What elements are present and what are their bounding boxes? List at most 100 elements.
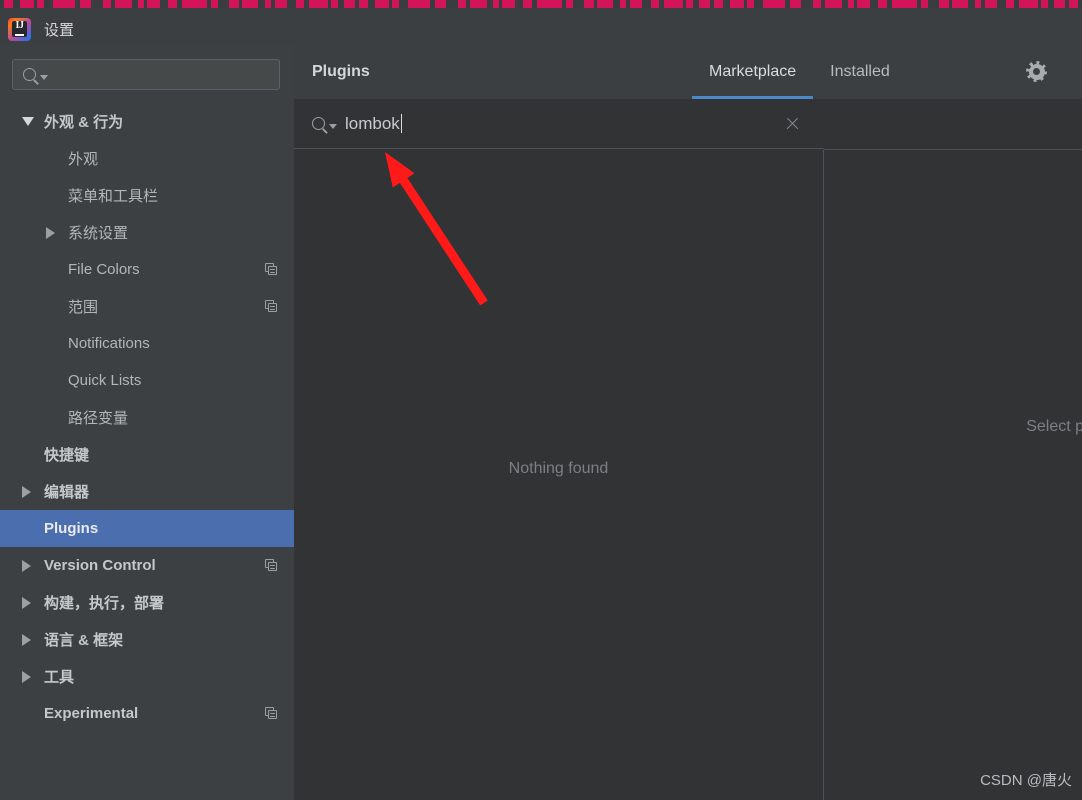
plugins-header: Plugins Marketplace Installed	[294, 45, 1082, 99]
menu-strip-notch	[44, 0, 53, 8]
menu-strip-notch	[304, 0, 309, 8]
sidebar-item-label: 路径变量	[68, 410, 129, 427]
menu-strip-notch	[785, 0, 790, 8]
menu-strip-notch	[870, 0, 878, 8]
sidebar-item-label: Version Control	[44, 557, 156, 574]
sidebar-item-[interactable]: 构建，执行，部署	[0, 584, 294, 621]
sidebar-item-file-colors[interactable]: File Colors	[0, 251, 294, 288]
menu-strip-notch	[258, 0, 265, 8]
sidebar-item-label: Experimental	[44, 705, 139, 722]
sidebar-item-label: 范围	[68, 299, 99, 316]
copy-settings-icon	[265, 559, 278, 572]
menu-strip-notch	[854, 0, 857, 8]
window-title: 设置	[44, 22, 75, 39]
sidebar-item-notifications[interactable]: Notifications	[0, 325, 294, 362]
sidebar-item-label: Plugins	[44, 520, 99, 537]
gear-icon[interactable]	[1026, 61, 1047, 82]
menu-strip-notch	[659, 0, 664, 8]
menu-strip-notch	[949, 0, 952, 8]
menu-strip-notch	[801, 0, 813, 8]
plugins-tabs: Marketplace Installed	[692, 45, 907, 99]
tab-installed[interactable]: Installed	[813, 45, 907, 99]
sidebar-item-label: 外观	[68, 151, 99, 168]
copy-settings-icon	[265, 263, 278, 276]
menu-strip-notch	[754, 0, 763, 8]
sidebar-item-label: 语言 & 框架	[44, 632, 124, 649]
close-icon[interactable]	[785, 116, 800, 131]
detail-hint-label: Select p	[1026, 418, 1082, 435]
menu-strip-notch	[430, 0, 435, 8]
menu-strip-notch	[355, 0, 359, 8]
plugin-list-pane[interactable]: Nothing found	[294, 150, 824, 800]
chevron-right-icon[interactable]	[22, 670, 31, 683]
chevron-right-icon[interactable]	[22, 596, 31, 609]
menu-strip-notch	[917, 0, 921, 8]
plugin-detail-pane: Select p	[825, 150, 1082, 800]
menu-strip-notch	[177, 0, 182, 8]
menu-strip-notch	[821, 0, 825, 8]
menu-strip-notch	[287, 0, 296, 8]
sidebar-item-version-control[interactable]: Version Control	[0, 547, 294, 584]
sidebar-search-box[interactable]	[12, 59, 280, 90]
menu-strip-notch	[466, 0, 470, 8]
menu-strip-notch	[744, 0, 747, 8]
settings-tree: 外观 & 行为 外观菜单和工具栏系统设置 File Colors 范围 Notifica…	[0, 103, 294, 732]
plugin-search-row[interactable]: lombok	[294, 99, 824, 149]
plugin-search-value: lombok	[345, 113, 400, 133]
sidebar-item-label: 系统设置	[68, 225, 129, 242]
sidebar-item-plugins[interactable]: Plugins	[0, 510, 294, 547]
menu-strip-notch	[642, 0, 651, 8]
menu-strip-notch	[1078, 0, 1082, 8]
chevron-right-icon[interactable]	[22, 559, 31, 572]
chevron-right-icon[interactable]	[22, 633, 31, 646]
page-title: Plugins	[312, 63, 370, 80]
tab-marketplace[interactable]: Marketplace	[692, 45, 814, 99]
sidebar-item-[interactable]: 外观	[0, 140, 294, 177]
menu-strip-notch	[239, 0, 242, 8]
menu-strip-notch	[594, 0, 597, 8]
menu-strip-notch	[968, 0, 975, 8]
sidebar-item-[interactable]: 菜单和工具栏	[0, 177, 294, 214]
menu-strip-notch	[683, 0, 686, 8]
chevron-down-icon[interactable]	[40, 74, 48, 80]
sidebar-item-experimental[interactable]: Experimental	[0, 695, 294, 732]
sidebar-item-[interactable]: 范围	[0, 288, 294, 325]
sidebar-item-[interactable]: 快捷键	[0, 436, 294, 473]
menu-strip-notch	[160, 0, 168, 8]
sidebar-item-label: 外观 & 行为	[44, 114, 124, 131]
sidebar-item-[interactable]: 编辑器	[0, 473, 294, 510]
menu-strip-notch	[91, 0, 103, 8]
menu-strip-notch	[693, 0, 699, 8]
sidebar-item-[interactable]: 语言 & 框架	[0, 621, 294, 658]
sidebar-item-[interactable]: 外观 & 行为	[0, 103, 294, 140]
menu-strip-notch	[613, 0, 620, 8]
search-icon	[312, 117, 325, 130]
watermark: CSDN @唐火	[980, 772, 1072, 789]
menu-strip-notch	[144, 0, 147, 8]
menu-strip-notch	[132, 0, 138, 8]
sidebar-item-[interactable]: 系统设置	[0, 214, 294, 251]
copy-settings-icon	[265, 707, 278, 720]
sidebar-item-quick-lists[interactable]: Quick Lists	[0, 362, 294, 399]
menu-strip-notch	[218, 0, 229, 8]
sidebar-item-label: 快捷键	[44, 447, 90, 464]
top-menu-strip	[0, 0, 1082, 8]
sidebar-item-label: 编辑器	[44, 484, 90, 501]
sidebar-item-[interactable]: 路径变量	[0, 399, 294, 436]
chevron-right-icon[interactable]	[46, 226, 55, 239]
search-icon	[23, 68, 36, 81]
menu-strip-notch	[515, 0, 523, 8]
chevron-down-icon[interactable]	[329, 123, 337, 129]
sidebar-item-[interactable]: 工具	[0, 658, 294, 695]
menu-strip-notch	[111, 0, 115, 8]
menu-strip-notch	[928, 0, 939, 8]
menu-strip-notch	[1038, 0, 1041, 8]
menu-strip-notch	[75, 0, 80, 8]
chevron-right-icon[interactable]	[22, 485, 31, 498]
sidebar-search-input[interactable]	[54, 66, 279, 83]
menu-strip-notch	[573, 0, 584, 8]
sidebar-item-label: Quick Lists	[68, 372, 142, 389]
empty-state-label: Nothing found	[508, 460, 609, 477]
plugin-search-input[interactable]: lombok	[345, 113, 402, 134]
chevron-down-icon[interactable]	[22, 117, 34, 126]
